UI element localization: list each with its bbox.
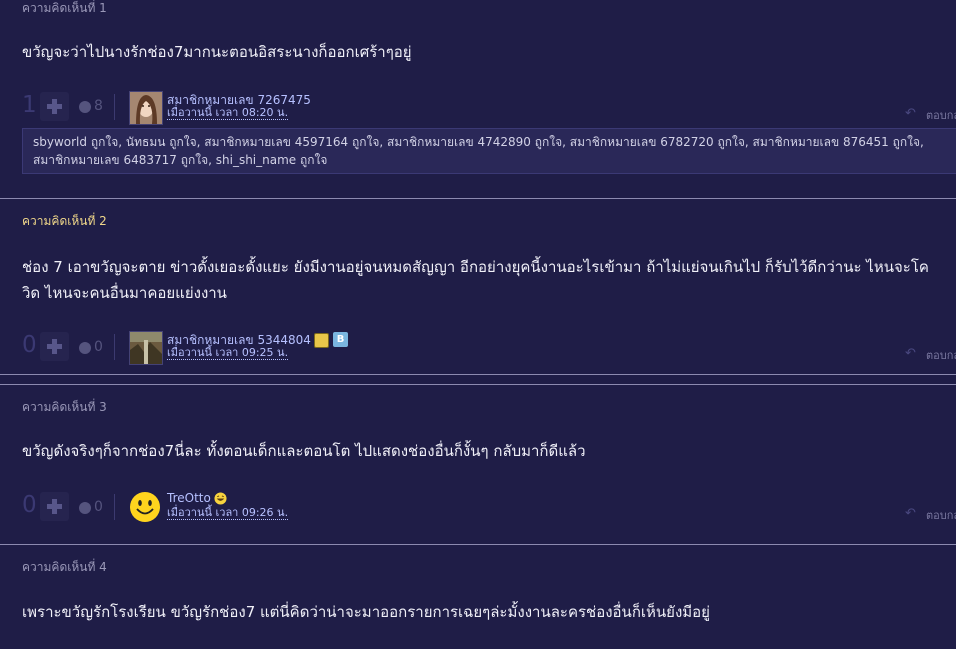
comment-text: ขวัญจะว่าไปนางรักช่อง7มากนะตอนอิสระนางก็…: [22, 43, 412, 61]
member-link[interactable]: TreOtto: [167, 491, 211, 505]
reply-label[interactable]: ตอบกลับ: [926, 346, 956, 364]
comment-number: ความคิดเห็นที่ 2: [22, 214, 107, 228]
reply-arrow-icon[interactable]: ↶: [905, 346, 916, 361]
comment-text: เพราะขวัญรักโรงเรียน ขวัญรักช่อง7 แต่นี่…: [22, 603, 710, 621]
emotion-icon[interactable]: [79, 502, 91, 514]
comment-4: ความคิดเห็นที่ 4 เพราะขวัญรักโรงเรียน ขว…: [0, 546, 956, 649]
laughing-emoji-badge-icon: [214, 492, 227, 505]
smiley-avatar[interactable]: [129, 491, 161, 523]
comment-2: ความคิดเห็นที่ 2 ช่อง 7 เอาขวัญจะตาย ข่า…: [0, 200, 956, 372]
comment-number: ความคิดเห็นที่ 3: [22, 400, 107, 414]
emotion-icon[interactable]: [79, 342, 91, 354]
comment-text: ช่อง 7 เอาขวัญจะตาย ข่าวดั้งเยอะดั้งแยะ …: [22, 258, 929, 302]
divider: [0, 544, 956, 545]
divider: [0, 374, 956, 375]
likes-list: sbyworld ถูกใจ, นัทธมน ถูกใจ, สมาชิกหมาย…: [22, 128, 956, 174]
vote-count: 0: [22, 492, 37, 518]
divider: [114, 334, 115, 360]
reply-arrow-icon[interactable]: ↶: [905, 106, 916, 121]
emotion-count: 8: [94, 98, 103, 114]
plus-vote-button[interactable]: [40, 492, 69, 521]
post-time[interactable]: เมื่อวานนี้ เวลา 09:26 น.: [167, 507, 289, 520]
divider: [0, 384, 956, 385]
reply-label[interactable]: ตอบกลับ: [926, 506, 956, 524]
comment-1: ความคิดเห็นที่ 1 ขวัญจะว่าไปนางรักช่อง7ม…: [0, 0, 956, 190]
landscape-photo-avatar[interactable]: [129, 331, 163, 365]
divider: [114, 94, 115, 120]
comment-text: ขวัญดังจริงๆก็จากช่อง7นี่ละ ทั้งตอนเด็กแ…: [22, 442, 586, 460]
comment-3: ความคิดเห็นที่ 3 ขวัญดังจริงๆก็จากช่อง7น…: [0, 386, 956, 542]
reply-label[interactable]: ตอบกลับ: [926, 106, 956, 124]
vote-count: 1: [22, 92, 37, 118]
yellow-badge-icon: [314, 333, 329, 348]
divider: [0, 198, 956, 199]
plus-vote-button[interactable]: [40, 332, 69, 361]
post-time[interactable]: เมื่อวานนี้ เวลา 09:25 น.: [167, 347, 289, 360]
comment-number: ความคิดเห็นที่ 1: [22, 1, 107, 15]
comment-number: ความคิดเห็นที่ 4: [22, 560, 107, 574]
emotion-count: 0: [94, 339, 103, 355]
plus-vote-button[interactable]: [40, 92, 69, 121]
woman-photo-avatar[interactable]: [129, 91, 163, 125]
reply-arrow-icon[interactable]: ↶: [905, 506, 916, 521]
emotion-icon[interactable]: [79, 101, 91, 113]
divider: [114, 494, 115, 520]
post-time[interactable]: เมื่อวานนี้ เวลา 08:20 น.: [167, 107, 289, 120]
emotion-count: 0: [94, 499, 103, 515]
vote-count: 0: [22, 332, 37, 358]
blue-b-badge-icon: B: [333, 332, 348, 347]
